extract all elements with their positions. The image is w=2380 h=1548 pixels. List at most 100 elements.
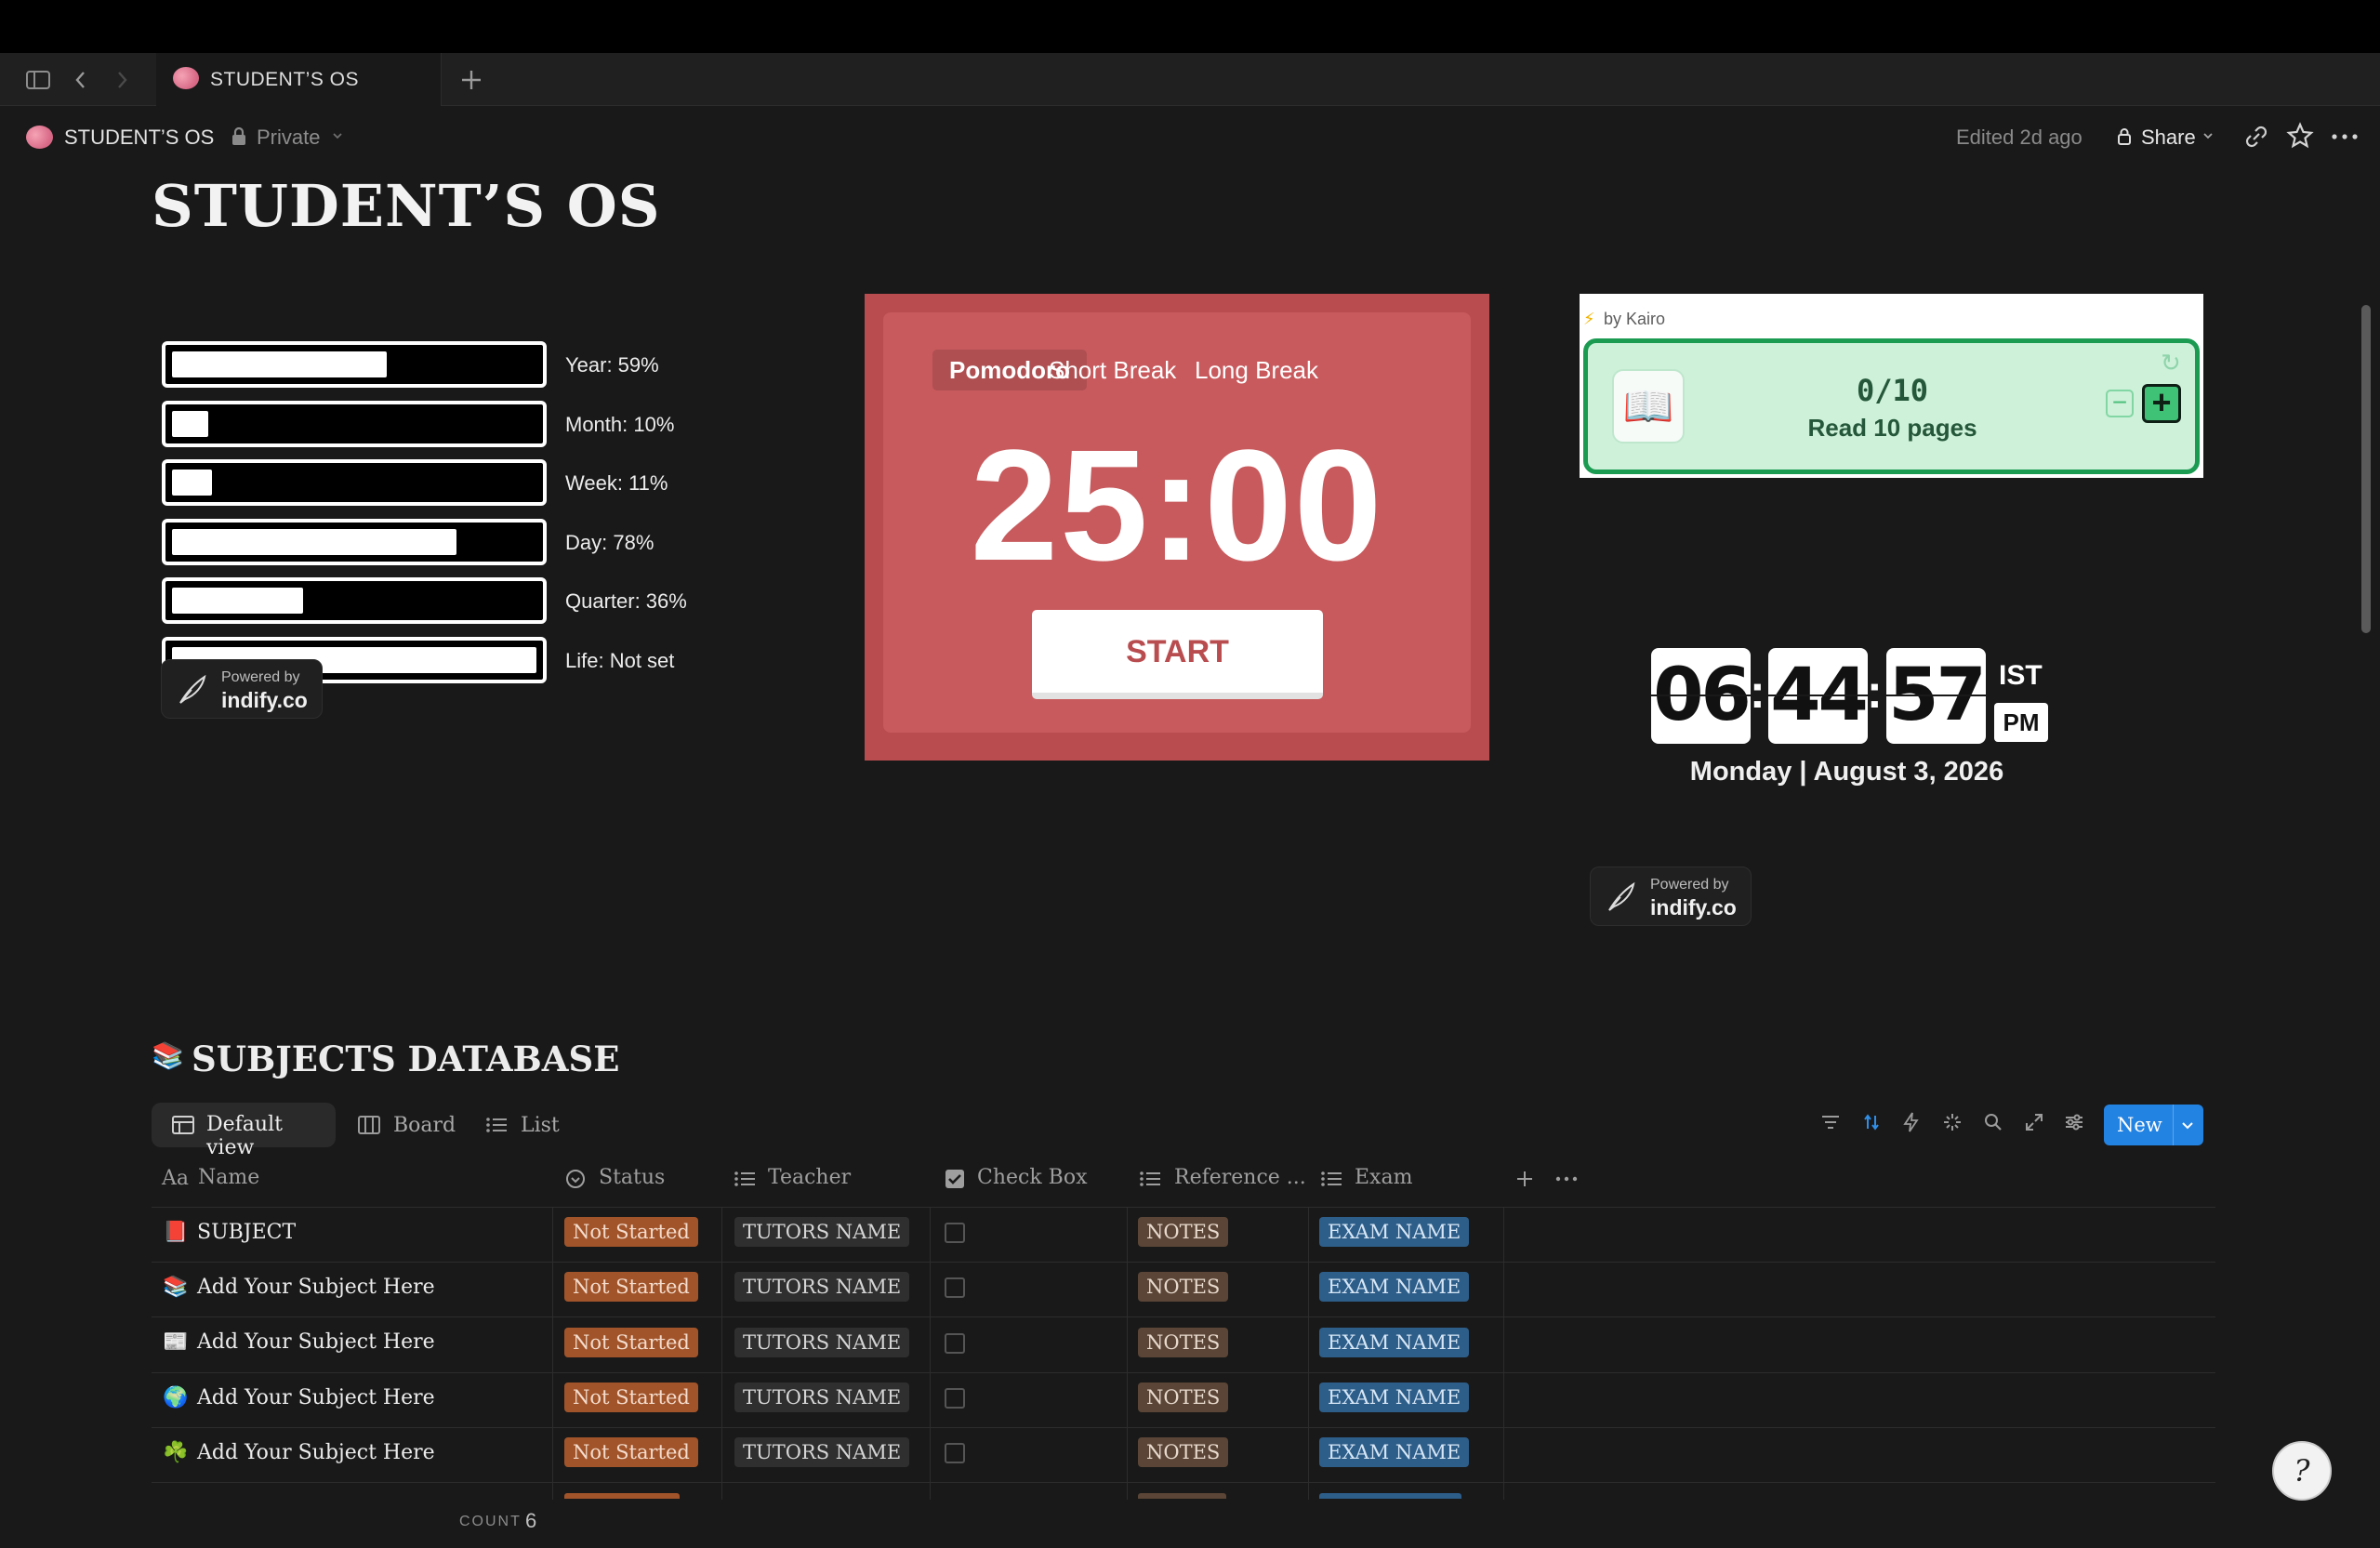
share-label: Share [2141, 126, 2196, 149]
clock-timezone: IST [1999, 660, 2043, 691]
status-badge[interactable]: Not Started [564, 1437, 698, 1467]
privacy-menu[interactable]: Private [257, 126, 320, 150]
increment-button[interactable]: + [2142, 384, 2181, 423]
column-header-teacher[interactable]: Teacher [768, 1166, 851, 1189]
exam-tag [1319, 1493, 1461, 1499]
exam-tag[interactable]: EXAM NAME [1319, 1272, 1470, 1302]
help-button[interactable]: ? [2272, 1441, 2332, 1501]
powered-by-indify-badge[interactable]: Powered by indify.co [161, 659, 323, 719]
add-column-plus-icon[interactable] [1514, 1168, 1536, 1196]
progress-fill [172, 470, 212, 496]
tab-students-os[interactable]: STUDENT’S OS [156, 53, 442, 106]
column-header-exam[interactable]: Exam [1355, 1166, 1412, 1189]
new-button-label: New [2117, 1114, 2162, 1136]
more-options-icon[interactable] [1554, 1168, 1579, 1196]
row-checkbox[interactable] [945, 1223, 965, 1243]
row-name[interactable]: Add Your Subject Here [197, 1330, 435, 1354]
exam-tag[interactable]: EXAM NAME [1319, 1328, 1470, 1357]
decrement-button[interactable]: − [2106, 390, 2134, 417]
new-tab-plus-icon[interactable] [457, 66, 485, 94]
widget-author[interactable]: by Kairo [1604, 310, 1665, 329]
reference-tag[interactable]: NOTES [1138, 1272, 1229, 1302]
search-icon[interactable] [1979, 1111, 2007, 1139]
progress-label-day: Day: 78% [565, 531, 654, 554]
new-button[interactable]: New [2104, 1105, 2203, 1145]
row-page-icon: 📕 [163, 1220, 189, 1243]
window-top-bar [0, 0, 2380, 53]
exam-tag[interactable]: EXAM NAME [1319, 1383, 1470, 1412]
reference-tag[interactable]: NOTES [1138, 1217, 1229, 1247]
progress-bar-year [162, 341, 547, 388]
clock-colon: : [1750, 666, 1765, 718]
teacher-tag[interactable]: TUTORS NAME [734, 1217, 910, 1247]
powered-by-text: Powered by [1650, 877, 1729, 893]
row-checkbox[interactable] [945, 1388, 965, 1409]
sidebar-toggle-icon[interactable] [24, 66, 52, 94]
reference-tag[interactable]: NOTES [1138, 1383, 1229, 1412]
column-header-status[interactable]: Status [599, 1166, 665, 1189]
feather-pen-icon [177, 673, 208, 707]
teacher-tag[interactable]: TUTORS NAME [734, 1383, 910, 1412]
row-checkbox[interactable] [945, 1333, 965, 1354]
exam-tag[interactable]: EXAM NAME [1319, 1217, 1470, 1247]
settings-sliders-icon[interactable] [2060, 1111, 2088, 1139]
more-options-icon[interactable] [2329, 123, 2360, 155]
exam-tag[interactable]: EXAM NAME [1319, 1437, 1470, 1467]
lightning-icon: ⚡ [1583, 310, 1595, 328]
view-tab-list[interactable]: List [521, 1105, 560, 1147]
chevron-down-icon [2202, 129, 2215, 147]
board-icon [358, 1116, 380, 1139]
clock-colon: : [1867, 666, 1883, 718]
status-badge[interactable]: Not Started [564, 1328, 698, 1357]
reference-tag[interactable]: NOTES [1138, 1328, 1229, 1357]
progress-label-life: Life: Not set [565, 649, 675, 672]
row-name[interactable]: Add Your Subject Here [197, 1441, 435, 1464]
powered-by-indify-badge[interactable]: Powered by indify.co [1590, 867, 1752, 926]
back-arrow-icon[interactable] [67, 66, 95, 94]
row-name[interactable]: SUBJECT [197, 1221, 296, 1244]
table-divider [152, 1372, 2215, 1373]
row-checkbox[interactable] [945, 1443, 965, 1463]
brain-icon [173, 67, 199, 89]
row-name[interactable]: Add Your Subject Here [197, 1276, 435, 1299]
table-divider [152, 1482, 2215, 1483]
tab-short-break[interactable]: Short Break [1032, 350, 1193, 390]
column-header-name[interactable]: Name [198, 1166, 259, 1189]
teacher-tag[interactable]: TUTORS NAME [734, 1328, 910, 1357]
tab-long-break[interactable]: Long Break [1178, 350, 1335, 390]
expand-icon[interactable] [2020, 1111, 2048, 1139]
breadcrumb-page[interactable]: STUDENT’S OS [64, 126, 214, 150]
sort-icon[interactable] [1858, 1111, 1885, 1139]
star-icon[interactable] [2286, 122, 2314, 154]
status-badge[interactable]: Not Started [564, 1217, 698, 1247]
ai-sparkle-icon[interactable] [1938, 1111, 1966, 1139]
table-divider [1308, 1207, 1309, 1500]
link-icon[interactable] [2242, 123, 2270, 155]
column-header-checkbox[interactable]: Check Box [977, 1166, 1088, 1189]
scrollbar[interactable] [2361, 305, 2371, 633]
clock-ampm: PM [1994, 703, 2048, 742]
progress-label-month: Month: 10% [565, 413, 675, 436]
view-tab-default[interactable]: Default view [152, 1103, 336, 1159]
status-badge[interactable]: Not Started [564, 1383, 698, 1412]
lock-icon [230, 126, 248, 152]
view-tab-board[interactable]: Board [393, 1105, 456, 1147]
brain-icon [26, 126, 53, 149]
status-badge[interactable]: Not Started [564, 1272, 698, 1302]
refresh-icon[interactable]: ↻ [2161, 351, 2187, 377]
filter-icon[interactable] [1817, 1111, 1844, 1139]
share-button[interactable]: Share [2107, 118, 2228, 155]
list-icon [485, 1116, 508, 1139]
row-checkbox[interactable] [945, 1277, 965, 1298]
forward-arrow-icon[interactable] [108, 66, 136, 94]
table-divider [152, 1207, 2215, 1208]
automation-bolt-icon[interactable] [1897, 1111, 1925, 1139]
reference-tag[interactable]: NOTES [1138, 1437, 1229, 1467]
teacher-tag[interactable]: TUTORS NAME [734, 1437, 910, 1467]
start-button[interactable]: START [1032, 610, 1323, 699]
row-name[interactable]: Add Your Subject Here [197, 1386, 435, 1409]
chevron-down-icon[interactable] [2180, 1118, 2195, 1138]
column-header-reference[interactable]: Reference ... [1174, 1166, 1306, 1189]
checkbox-property-icon [944, 1168, 966, 1196]
teacher-tag[interactable]: TUTORS NAME [734, 1272, 910, 1302]
